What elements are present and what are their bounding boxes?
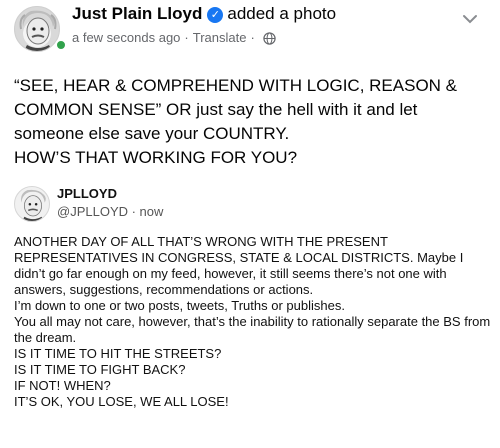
- meta-separator: ·: [184, 30, 189, 45]
- avatar-image: [14, 6, 60, 52]
- post-meta: a few seconds ago · Translate ·: [72, 30, 276, 48]
- post-caption: “SEE, HEAR & COMPREHEND WITH LOGIC, REAS…: [14, 76, 458, 167]
- embedded-author-handle: @JPLLOYD · now: [57, 204, 164, 219]
- embedded-truth-image[interactable]: JPLLOYD @JPLLOYD · now ANOTHER DAY OF AL…: [0, 178, 500, 448]
- author-line: Just Plain Lloyd ✓ added a photo: [72, 4, 336, 24]
- author-avatar[interactable]: [14, 6, 67, 52]
- embedded-post-body: ANOTHER DAY OF ALL THAT’S WRONG WITH THE…: [14, 234, 491, 409]
- verified-badge-icon: ✓: [207, 7, 224, 23]
- translate-link[interactable]: Translate: [193, 30, 247, 45]
- post-timestamp[interactable]: a few seconds ago: [72, 30, 180, 45]
- facebook-post: Just Plain Lloyd ✓ added a photo a few sec…: [0, 0, 500, 448]
- online-status-icon: [55, 39, 67, 51]
- embedded-avatar: [14, 186, 50, 222]
- globe-icon: [263, 32, 276, 48]
- embedded-author-name: JPLLOYD: [57, 186, 117, 201]
- author-name[interactable]: Just Plain Lloyd: [72, 4, 202, 23]
- post-header: Just Plain Lloyd ✓ added a photo a few sec…: [0, 0, 500, 60]
- post-action-text: added a photo: [227, 4, 337, 23]
- meta-separator-2: ·: [250, 30, 255, 45]
- chevron-down-icon[interactable]: [461, 10, 479, 33]
